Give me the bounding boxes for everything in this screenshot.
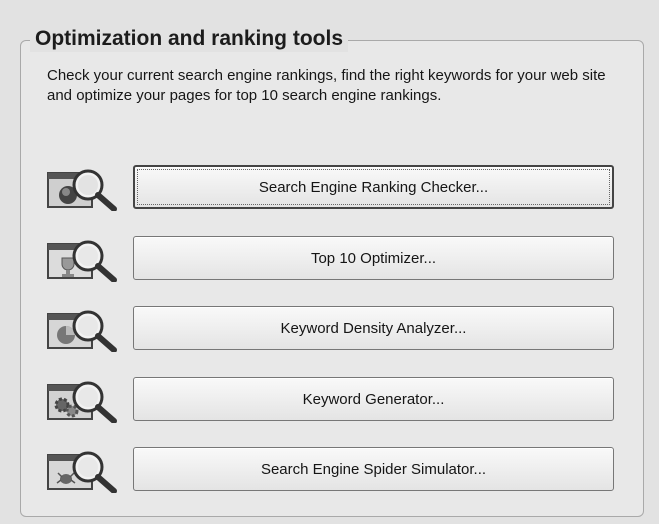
magnifier-pie-chart-icon [46,308,122,353]
groupbox-title: Optimization and ranking tools [30,26,349,52]
groupbox-description: Check your current search engine ranking… [47,67,606,104]
top-10-optimizer-button[interactable]: Top 10 Optimizer... [133,236,614,280]
tool-row-keyword-generator: Keyword Generator... [0,377,659,425]
tool-row-ranking-checker: Search Engine Ranking Checker... [0,165,659,213]
keyword-generator-button[interactable]: Keyword Generator... [133,377,614,421]
tools-panel: Optimization and ranking tools Check you… [0,0,659,524]
tool-row-spider-simulator: Search Engine Spider Simulator... [0,447,659,495]
tool-row-top10-optimizer: Top 10 Optimizer... [0,236,659,284]
tool-row-keyword-density: Keyword Density Analyzer... [0,306,659,354]
search-engine-spider-simulator-button[interactable]: Search Engine Spider Simulator... [133,447,614,491]
magnifier-globe-icon [46,167,122,212]
keyword-density-analyzer-button[interactable]: Keyword Density Analyzer... [133,306,614,350]
magnifier-spider-icon [46,449,122,494]
search-engine-ranking-checker-button[interactable]: Search Engine Ranking Checker... [133,165,614,209]
magnifier-trophy-icon [46,238,122,283]
magnifier-gears-icon [46,379,122,424]
